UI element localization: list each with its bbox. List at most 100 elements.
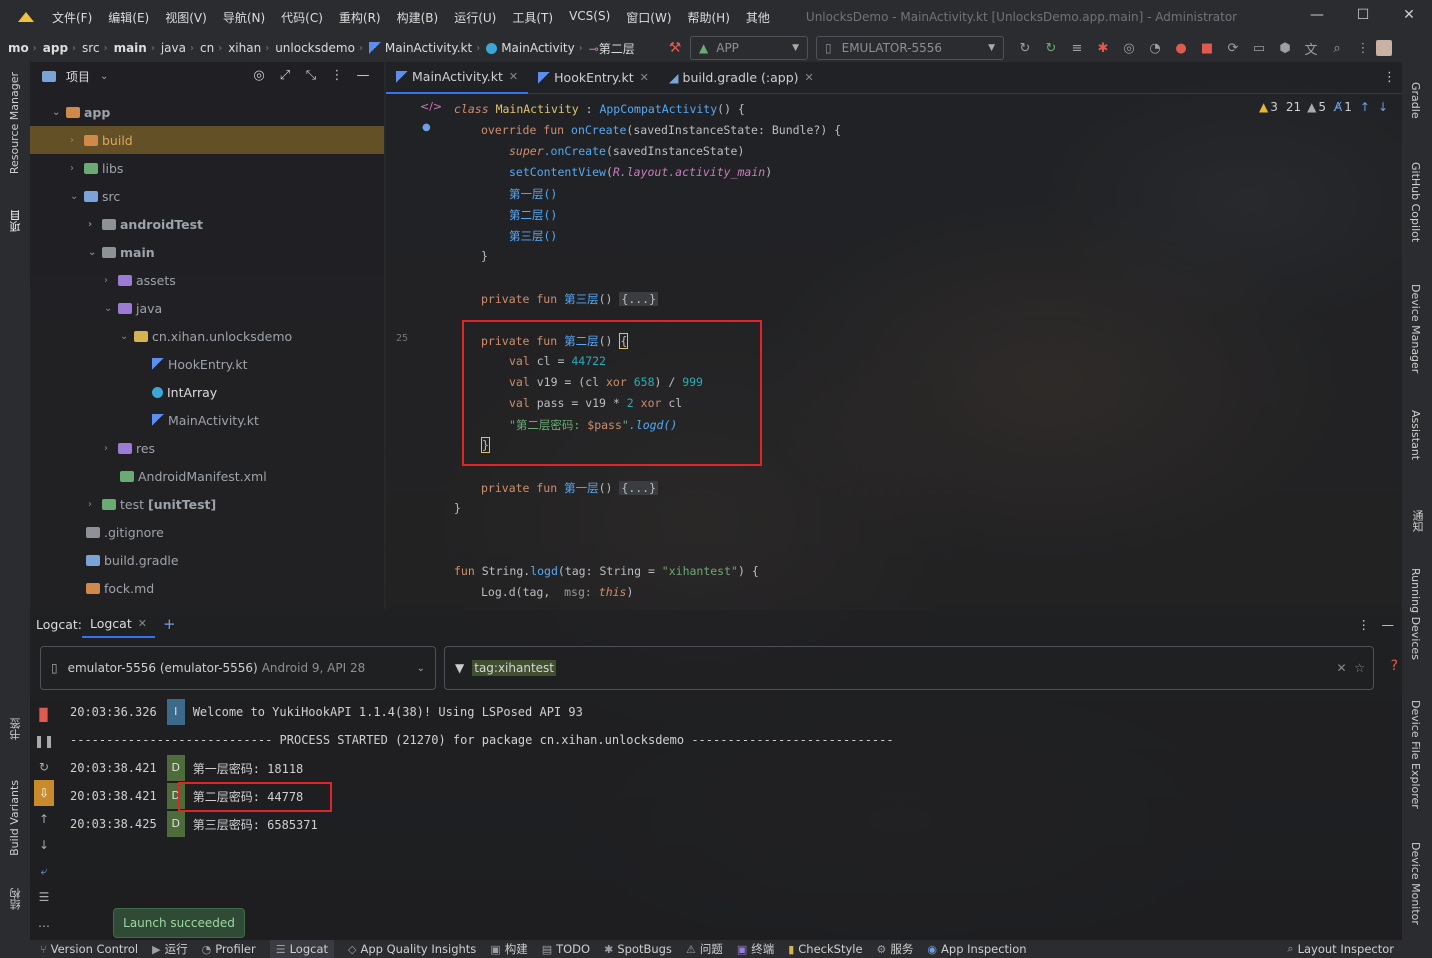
scroll-end-icon[interactable]: ⇩ (34, 780, 54, 806)
stop-icon[interactable]: ■ (1194, 41, 1220, 56)
code-line-super[interactable]: super.onCreate(savedInstanceState) (509, 144, 744, 158)
statusbar-run[interactable]: ▶ 运行 (152, 941, 187, 957)
code-line-fn1[interactable]: private fun 第一层() {...} (481, 480, 659, 496)
statusbar-services[interactable]: ⚙ 服务 (877, 941, 914, 957)
statusbar-todo[interactable]: ▤ TODO (542, 942, 590, 956)
project-tab[interactable]: 项目 (8, 210, 24, 232)
tree-item-main[interactable]: ⌄ main (88, 238, 155, 266)
clear-filter-icon[interactable]: ✕ (1337, 661, 1347, 675)
logcat-filter[interactable]: ▼ tag:xihantest ✕ ☆ (444, 646, 1374, 690)
menu-vcs[interactable]: VCS(S) (569, 9, 610, 26)
menu-run[interactable]: 运行(U) (454, 9, 496, 26)
statusbar-app-quality[interactable]: ◇ App Quality Insights (348, 942, 476, 956)
code-line-close-oncreate[interactable]: } (481, 249, 488, 263)
code-line-close-class[interactable]: } (454, 501, 461, 515)
menu-view[interactable]: 视图(V) (165, 9, 207, 26)
menu-tools[interactable]: 工具(T) (512, 9, 553, 26)
statusbar-build[interactable]: ▣ 构建 (490, 941, 527, 957)
bookmarks-tab[interactable]: 书签 (8, 718, 24, 740)
code-line-call3[interactable]: 第三层() (509, 228, 557, 244)
close-icon[interactable]: ✕ (509, 70, 518, 83)
tab-mainactivity[interactable]: MainActivity.kt ✕ (386, 62, 529, 94)
tree-item-java[interactable]: ⌄ java (104, 294, 162, 322)
favorite-icon[interactable]: ☆ (1354, 661, 1365, 675)
log-row[interactable]: 20:03:38.425 D 第三层密码: 6585371 (70, 811, 318, 837)
gradle-tab[interactable]: Gradle (1409, 82, 1422, 119)
tree-item-intarray[interactable]: IntArray (152, 378, 217, 406)
help-icon[interactable]: ? (1391, 658, 1398, 674)
expand-icon[interactable]: ⤢ (272, 68, 298, 83)
running-devices-tab[interactable]: Running Devices (1409, 568, 1422, 660)
tree-item-app[interactable]: ⌄ app (52, 98, 110, 126)
code-line-class[interactable]: class MainActivity : AppCompatActivity()… (454, 102, 745, 116)
tree-item-src[interactable]: ⌄ src (70, 182, 120, 210)
tab-hookentry[interactable]: HookEntry.kt ✕ (528, 62, 659, 94)
arrow-down-icon[interactable]: ↓ (1378, 100, 1388, 114)
code-line-override[interactable]: override fun onCreate(savedInstanceState… (481, 123, 841, 137)
more-vertical-icon[interactable]: ⋮ (324, 68, 350, 83)
breadcrumb-mainactivity-file[interactable]: MainActivity.kt (385, 41, 472, 55)
tree-item-fockmd[interactable]: fock.md (86, 574, 154, 602)
statusbar-profiler[interactable]: ◔ Profiler (202, 942, 256, 956)
structure-tab[interactable]: 结构 (8, 888, 24, 910)
tree-item-libs[interactable]: › libs (70, 154, 123, 182)
code-fold-icon[interactable]: </> (420, 100, 442, 113)
tree-item-androidtest[interactable]: › androidTest (88, 210, 203, 238)
collapse-icon[interactable]: ⤡ (298, 68, 324, 83)
minimize-button[interactable]: — (1294, 0, 1340, 34)
search-icon[interactable]: ⌕ (1324, 41, 1350, 56)
arrow-up-icon[interactable]: ↑ (1360, 100, 1370, 114)
breadcrumb-unlocksdemo[interactable]: unlocksdemo (275, 41, 355, 55)
statusbar-checkstyle[interactable]: ▮ CheckStyle (788, 942, 862, 956)
build-variants-tab[interactable]: Build Variants (8, 780, 21, 856)
device-mirror-icon[interactable]: ▭ (1246, 41, 1272, 56)
apply-changes-icon[interactable]: ↻ (1038, 41, 1064, 56)
project-panel-title[interactable]: 项目 (66, 68, 90, 85)
statusbar-layout-inspector[interactable]: ⌕ Layout Inspector (1287, 942, 1394, 956)
translate-icon[interactable]: 文 (1298, 39, 1324, 58)
hide-icon[interactable]: — (350, 68, 376, 83)
tree-item-manifest[interactable]: AndroidManifest.xml (120, 462, 267, 490)
breadcrumb-app[interactable]: app (43, 41, 68, 55)
tree-item-gitignore[interactable]: .gitignore (86, 518, 164, 546)
breadcrumb-java[interactable]: java (161, 41, 186, 55)
menu-edit[interactable]: 编辑(E) (108, 9, 149, 26)
soft-wrap-icon[interactable]: ⤶ (41, 858, 48, 884)
arrow-down-icon[interactable]: ↓ (39, 832, 49, 858)
device-manager-tab[interactable]: Device Manager (1409, 284, 1422, 373)
rerun-icon[interactable]: ↻ (1012, 41, 1038, 56)
avatar[interactable] (1376, 40, 1392, 56)
statusbar-logcat[interactable]: ☰ Logcat (269, 940, 334, 958)
add-tab-icon[interactable]: + (163, 615, 176, 633)
tree-item-test[interactable]: › test [unitTest] (88, 490, 216, 518)
statusbar-version-control[interactable]: ⑂ Version Control (40, 942, 138, 956)
arrow-up-icon[interactable]: ↑ (39, 806, 49, 832)
menu-help[interactable]: 帮助(H) (688, 9, 730, 26)
hammer-icon[interactable]: ⚒ (660, 40, 690, 56)
notifications-tab[interactable]: 通知 (1409, 510, 1425, 532)
maximize-button[interactable]: ☐ (1340, 0, 1386, 34)
tree-item-mainactivity[interactable]: MainActivity.kt (152, 406, 259, 434)
statusbar-terminal[interactable]: ▣ 终端 (737, 941, 774, 957)
attach-icon[interactable]: ◎ (1116, 41, 1142, 56)
code-line-log-d[interactable]: Log.d(tag, msg: this) (481, 585, 633, 599)
github-copilot-tab[interactable]: GitHub Copilot (1409, 162, 1422, 242)
profiler-icon[interactable]: ◔ (1142, 41, 1168, 56)
breadcrumb-xihan[interactable]: xihan (228, 41, 261, 55)
restart-icon[interactable]: ↻ (39, 754, 49, 780)
menu-build[interactable]: 构建(B) (397, 9, 439, 26)
override-gutter-icon[interactable]: ● (422, 122, 431, 133)
tree-item-build[interactable]: › build (30, 126, 384, 154)
close-window-button[interactable]: ✕ (1386, 0, 1432, 34)
breadcrumb-cn[interactable]: cn (200, 41, 214, 55)
format-icon[interactable]: ☰ (39, 884, 50, 910)
tree-item-res[interactable]: › res (104, 434, 155, 462)
breadcrumb-mainactivity-class[interactable]: MainActivity (501, 41, 575, 55)
device-select[interactable]: ▯ EMULATOR-5556 ▼ (816, 36, 1004, 60)
statusbar-spotbugs[interactable]: ✱ SpotBugs (604, 942, 672, 956)
locate-icon[interactable]: ◎ (246, 68, 272, 83)
log-row[interactable]: 20:03:36.326 I Welcome to YukiHookAPI 1.1.… (70, 699, 583, 725)
chevron-down-icon[interactable]: ⌄ (100, 71, 108, 82)
statusbar-problems[interactable]: ⚠ 问题 (686, 941, 723, 957)
more-vertical-icon[interactable]: ⋮ (1383, 70, 1396, 85)
